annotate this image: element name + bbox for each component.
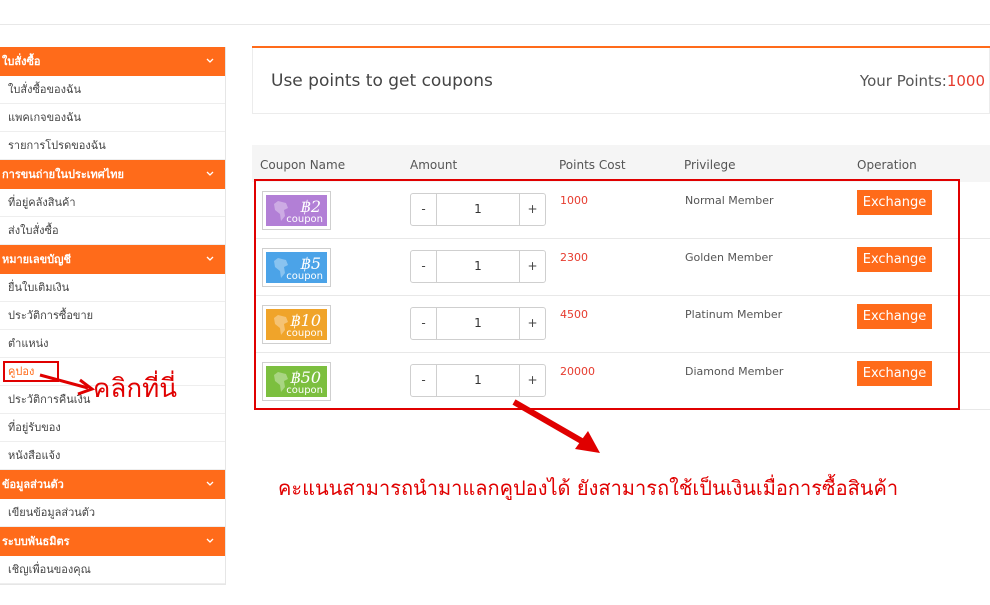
highlight-box bbox=[3, 361, 59, 382]
sidebar-item-my-packages[interactable]: แพคเกจของฉัน bbox=[0, 104, 225, 132]
section-title: การขนถ่ายในประเทศไทย bbox=[2, 168, 124, 181]
page: ใบสั่งซื้อ ใบสั่งซื้อของฉัน แพคเกจของฉัน… bbox=[0, 0, 990, 605]
sidebar-item-label: รายการโปรดของฉัน bbox=[8, 139, 106, 152]
sidebar-item-label: ตำแหน่ง bbox=[8, 337, 49, 350]
sidebar-item-label: ที่อยู่คลังสินค้า bbox=[8, 196, 76, 209]
column-header-operation: Operation bbox=[857, 158, 917, 172]
points-label: Your Points: bbox=[859, 72, 947, 90]
section-title: ข้อมูลส่วนตัว bbox=[2, 478, 64, 491]
chevron-down-icon bbox=[206, 256, 214, 261]
sidebar-item-send-order[interactable]: ส่งใบสั่งซื้อ bbox=[0, 217, 225, 245]
sidebar-item-notices[interactable]: หนังสือแจ้ง bbox=[0, 442, 225, 470]
points-display: Your Points:1000 bbox=[860, 72, 985, 90]
chevron-down-icon bbox=[206, 538, 214, 543]
sidebar-item-label: แพคเกจของฉัน bbox=[8, 111, 82, 124]
sidebar-item-label: เขียนข้อมูลส่วนตัว bbox=[8, 506, 96, 519]
column-header-privilege: Privilege bbox=[684, 158, 736, 172]
sidebar-item-label: ที่อยู่รับของ bbox=[8, 421, 61, 434]
section-title: ระบบพันธมิตร bbox=[2, 535, 70, 548]
sidebar-item-invite-friends[interactable]: เชิญเพื่อนของคุณ bbox=[0, 556, 225, 584]
column-header-amount: Amount bbox=[410, 158, 458, 172]
chevron-down-icon bbox=[206, 481, 214, 486]
sidebar-item-label: หนังสือแจ้ง bbox=[8, 449, 61, 462]
section-title: ใบสั่งซื้อ bbox=[2, 55, 41, 68]
sidebar-item-label: ประวัติการคืนเงิน bbox=[8, 393, 91, 406]
section-title: หมายเลขบัญชี bbox=[2, 253, 71, 266]
click-here-annotation: คลิกที่นี่ bbox=[93, 374, 177, 404]
sidebar-item-warehouse-address[interactable]: ที่อยู่คลังสินค้า bbox=[0, 189, 225, 217]
sidebar-item-edit-profile[interactable]: เขียนข้อมูลส่วนตัว bbox=[0, 499, 225, 527]
page-title: Use points to get coupons bbox=[271, 71, 493, 91]
sidebar-item-label: ยื่นใบเติมเงิน bbox=[8, 281, 70, 294]
sidebar-item-label: เชิญเพื่อนของคุณ bbox=[8, 563, 91, 576]
points-value: 1000 bbox=[946, 72, 985, 90]
highlight-frame bbox=[254, 179, 960, 410]
sidebar-section-shipping[interactable]: การขนถ่ายในประเทศไทย bbox=[0, 160, 225, 189]
sidebar-item-label: ประวัติการซื้อขาย bbox=[8, 309, 94, 322]
column-header-points-cost: Points Cost bbox=[559, 158, 626, 172]
sidebar-item-favorites[interactable]: รายการโปรดของฉัน bbox=[0, 132, 225, 160]
coupon-panel-header: Use points to get coupons Your Points:10… bbox=[252, 48, 990, 114]
sidebar-section-affiliate[interactable]: ระบบพันธมิตร bbox=[0, 527, 225, 556]
column-header-coupon-name: Coupon Name bbox=[260, 158, 346, 172]
sidebar: ใบสั่งซื้อ ใบสั่งซื้อของฉัน แพคเกจของฉัน… bbox=[0, 47, 226, 585]
sidebar-item-transaction-history[interactable]: ประวัติการซื้อขาย bbox=[0, 302, 225, 330]
sidebar-item-label: ใบสั่งซื้อของฉัน bbox=[8, 83, 82, 96]
sidebar-item-my-orders[interactable]: ใบสั่งซื้อของฉัน bbox=[0, 76, 225, 104]
sidebar-section-personal[interactable]: ข้อมูลส่วนตัว bbox=[0, 470, 225, 499]
annotation-note: คะแนนสามารถนำมาแลกคูปองได้ ยังสามารถใช้เ… bbox=[278, 476, 899, 500]
sidebar-section-account[interactable]: หมายเลขบัญชี bbox=[0, 245, 225, 274]
chevron-down-icon bbox=[206, 171, 214, 176]
sidebar-section-orders[interactable]: ใบสั่งซื้อ bbox=[0, 47, 225, 76]
chevron-down-icon bbox=[206, 58, 214, 63]
sidebar-item-position[interactable]: ตำแหน่ง bbox=[0, 330, 225, 358]
sidebar-item-label: ส่งใบสั่งซื้อ bbox=[8, 224, 59, 237]
table-header: Coupon Name Amount Points Cost Privilege… bbox=[252, 145, 990, 182]
header-divider bbox=[0, 24, 990, 25]
sidebar-item-receiving-address[interactable]: ที่อยู่รับของ bbox=[0, 414, 225, 442]
sidebar-item-topup[interactable]: ยื่นใบเติมเงิน bbox=[0, 274, 225, 302]
